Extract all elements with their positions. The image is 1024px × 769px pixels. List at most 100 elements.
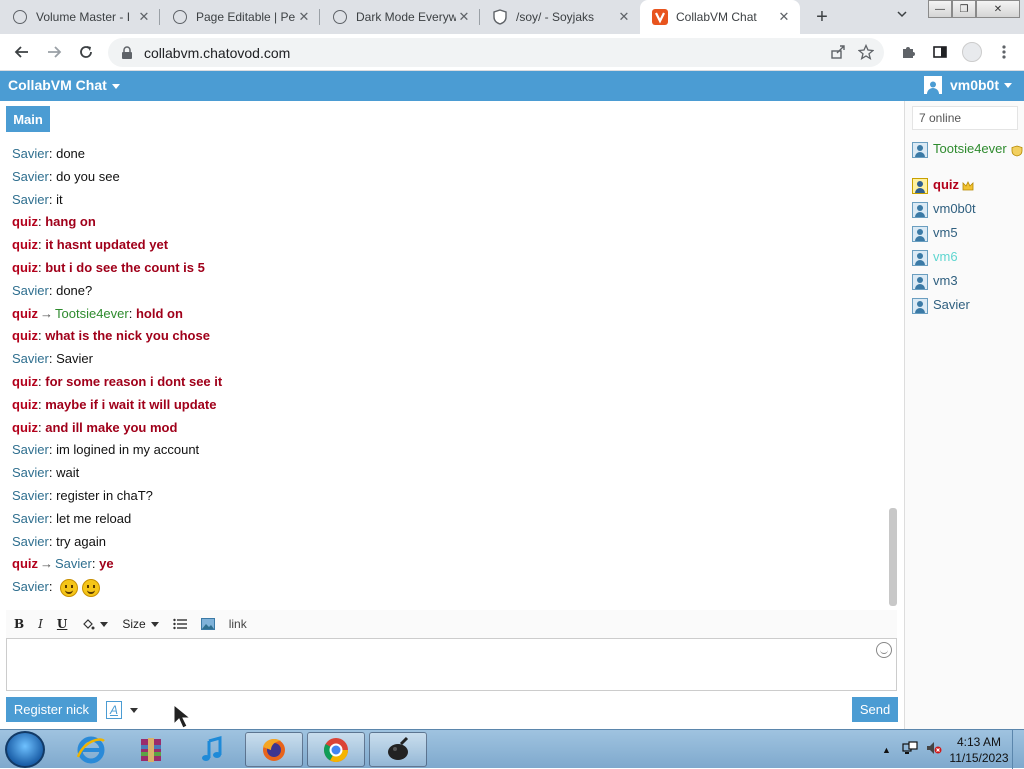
bold-button[interactable]: B [14,617,24,631]
show-hidden-icons-icon[interactable]: ▲ [882,745,896,755]
new-tab-button[interactable]: + [808,0,836,34]
user-list-item[interactable]: quiz [912,177,1024,201]
volume-muted-icon[interactable] [926,741,946,758]
browser-tab[interactable]: Page Editable | Pe ✕ [160,0,320,34]
close-icon[interactable]: ✕ [296,9,312,25]
bookmark-star-icon[interactable] [857,43,875,63]
system-tray: ▲ 4:13 AM 11/15/2023 [882,730,1024,769]
emoji-icon[interactable] [876,642,892,658]
message-author[interactable]: Savier [12,465,49,480]
message-author[interactable]: quiz [12,237,38,252]
close-window-button[interactable]: ✕ [976,0,1020,18]
user-list-item[interactable]: vm5 [912,225,1024,249]
message-input[interactable] [6,638,897,691]
message-author[interactable]: Savier [12,488,49,503]
reload-icon[interactable] [70,38,102,66]
message-author[interactable]: Savier [12,579,49,594]
message-author[interactable]: Savier [12,169,49,184]
browser-tab[interactable]: CollabVM Chat ✕ [640,0,800,34]
message-separator: : [48,282,57,298]
tab-list: Volume Master - I ✕ Page Editable | Pe ✕ Dar… [0,0,800,34]
message-author[interactable]: Savier [12,351,49,366]
message-author[interactable]: Savier [12,146,49,161]
firefox-icon[interactable] [245,732,303,767]
back-icon[interactable] [6,38,38,66]
chat-message: quiz: for some reason i dont see it [12,371,882,394]
message-author[interactable]: quiz [12,306,38,321]
side-panel-icon[interactable] [928,38,952,66]
close-icon[interactable]: ✕ [776,9,792,25]
link-button[interactable]: link [229,617,247,631]
user-list-item[interactable]: vm6 [912,249,1024,273]
size-dropdown[interactable]: Size [122,617,159,631]
user-entry: Savier [933,297,970,312]
tab-search-icon[interactable] [896,8,914,26]
message-author[interactable]: Savier [12,192,49,207]
message-author[interactable]: quiz [12,556,38,571]
message-author[interactable]: quiz [12,420,38,435]
network-icon[interactable] [902,741,922,758]
share-icon[interactable] [830,44,846,63]
close-icon[interactable]: ✕ [456,9,472,25]
user-menu[interactable]: vm0b0t [923,76,1012,94]
chat-message: quiz → Savier: ye [12,553,882,576]
chat-title: CollabVM Chat [8,77,107,93]
send-button[interactable]: Send [852,697,898,722]
tab-main[interactable]: Main [6,106,50,132]
message-text: let me reload [56,510,132,526]
message-recipient[interactable]: Tootsie4ever [55,306,129,321]
extensions-puzzle-icon[interactable] [896,38,920,66]
chat-title-menu[interactable]: CollabVM Chat [8,77,120,93]
message-author[interactable]: Savier [12,442,49,457]
close-icon[interactable]: ✕ [136,9,152,25]
user-list-item[interactable]: vm3 [912,273,1024,297]
register-nick-button[interactable]: Register nick [6,697,97,722]
browser-tab[interactable]: Volume Master - I ✕ [0,0,160,34]
system-clock[interactable]: 4:13 AM 11/15/2023 [946,734,1012,766]
browser-tab[interactable]: /soy/ - Soyjaks ✕ [480,0,640,34]
bullet-list-button[interactable] [173,618,187,630]
chrome-icon[interactable] [307,732,365,767]
minimize-button[interactable]: — [928,0,952,18]
message-author[interactable]: quiz [12,260,38,275]
message-author[interactable]: quiz [12,374,38,389]
browser-menu-icon[interactable] [992,38,1016,66]
message-author[interactable]: quiz [12,397,38,412]
user-name: vm0b0t [933,201,976,216]
message-author[interactable]: Savier [12,534,49,549]
chat-message: quiz: it hasnt updated yet [12,234,882,257]
maximize-button[interactable]: ❐ [952,0,976,18]
user-list-item[interactable]: vm0b0t [912,201,1024,225]
forward-icon[interactable] [38,38,70,66]
user-list-item[interactable]: Savier [912,297,1024,321]
show-desktop-button[interactable] [1012,730,1024,769]
browser-tab[interactable]: Dark Mode Everyw ✕ [320,0,480,34]
itunes-icon[interactable] [184,732,242,767]
chat-message: Savier: it [12,189,882,212]
text-color-button[interactable] [81,617,109,631]
internet-explorer-icon[interactable] [62,732,120,767]
winrar-icon[interactable] [122,732,180,767]
user-icon [912,298,928,314]
italic-button[interactable]: I [38,617,43,631]
message-author[interactable]: quiz [12,214,38,229]
start-button-icon[interactable] [5,731,45,768]
profile-avatar[interactable] [960,38,984,66]
message-scrollbar[interactable] [889,138,897,608]
message-recipient[interactable]: Savier [55,556,92,571]
app-icon[interactable] [369,732,427,767]
message-text: and ill make you mod [45,419,178,435]
message-separator: : [48,146,57,161]
scrollbar-thumb[interactable] [889,508,897,606]
insert-image-button[interactable] [200,618,215,630]
font-style-button[interactable]: A [106,700,146,720]
user-list-item[interactable]: Tootsie4ever [912,141,1024,177]
message-author[interactable]: Savier [12,511,49,526]
chat-message: Savier: try again [12,531,882,554]
message-author[interactable]: Savier [12,283,49,298]
underline-button[interactable]: U [57,617,67,631]
chat-message: quiz: maybe if i wait it will update [12,394,882,417]
close-icon[interactable]: ✕ [616,9,632,25]
address-bar[interactable]: collabvm.chatovod.com [108,38,884,67]
message-author[interactable]: quiz [12,328,38,343]
